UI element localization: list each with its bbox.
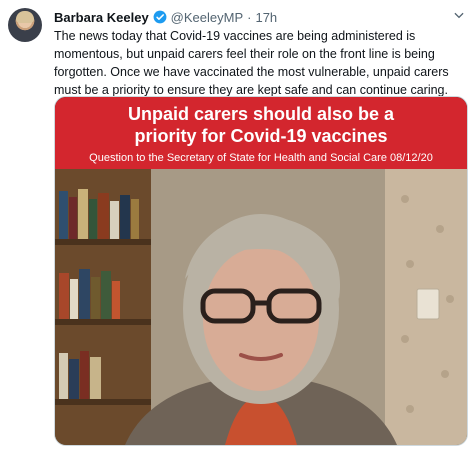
banner-title-line2: priority for Covid-19 vaccines — [134, 126, 388, 146]
author-name[interactable]: Barbara Keeley — [54, 10, 149, 25]
timestamp[interactable]: 17h — [255, 10, 277, 25]
video-still — [55, 169, 467, 445]
tweet: Barbara Keeley @KeeleyMP · 17h The news … — [0, 0, 474, 459]
tweet-header: Barbara Keeley @KeeleyMP · 17h — [54, 8, 277, 26]
banner-subtitle: Question to the Secretary of State for H… — [89, 152, 433, 164]
tweet-video[interactable]: Unpaid carers should also be a priority … — [54, 96, 468, 446]
video-banner: Unpaid carers should also be a priority … — [55, 97, 467, 169]
banner-title-line1: Unpaid carers should also be a — [127, 104, 395, 124]
chevron-down-icon[interactable] — [452, 8, 466, 25]
video-frame — [55, 169, 467, 445]
tweet-text: The news today that Covid-19 vaccines ar… — [54, 29, 449, 97]
verified-badge-icon — [153, 10, 167, 24]
separator: · — [247, 9, 252, 25]
author-handle[interactable]: @KeeleyMP — [171, 10, 243, 25]
avatar[interactable] — [8, 8, 42, 42]
